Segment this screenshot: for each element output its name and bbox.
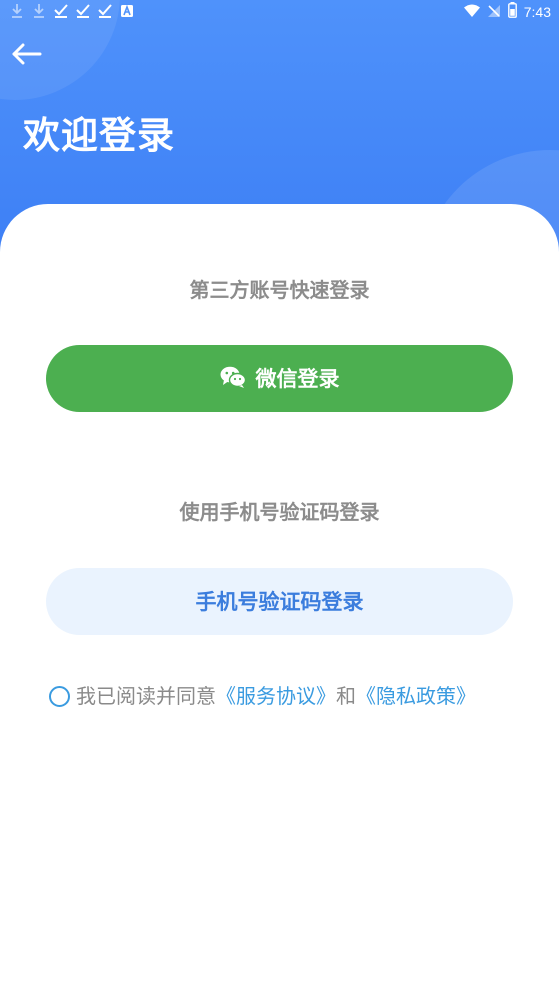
text-a-icon — [120, 3, 134, 19]
wechat-login-button[interactable]: 微信登录 — [46, 345, 513, 412]
download-icon — [10, 3, 24, 19]
no-signal-icon — [487, 3, 501, 22]
wechat-login-label: 微信登录 — [255, 366, 340, 391]
phone-login-section-label: 使用手机号验证码登录 — [179, 500, 380, 524]
check-icon — [76, 3, 90, 19]
status-time: 7:43 — [523, 4, 551, 20]
status-bar-system: 7:43 — [463, 2, 551, 22]
wechat-icon — [220, 366, 246, 392]
privacy-policy-link[interactable]: 《隐私政策》 — [356, 682, 476, 710]
arrow-left-icon — [10, 43, 42, 69]
agreement-conjunction: 和 — [336, 684, 356, 708]
check-icon — [98, 3, 112, 19]
check-icon — [54, 3, 68, 19]
service-agreement-link[interactable]: 《服务协议》 — [216, 682, 336, 710]
agreement-row: 我已阅读并同意 《服务协议》 和 《隐私政策》 — [49, 682, 476, 710]
wifi-icon — [463, 3, 480, 22]
back-button[interactable] — [8, 40, 44, 72]
page-title: 欢迎登录 — [23, 114, 175, 157]
phone-code-login-button[interactable]: 手机号验证码登录 — [46, 568, 513, 635]
agreement-prefix: 我已阅读并同意 — [76, 684, 216, 708]
phone-code-login-label: 手机号验证码登录 — [195, 589, 364, 614]
download-icon — [32, 3, 46, 19]
status-bar: 7:43 — [0, 0, 559, 24]
battery-icon — [507, 2, 517, 22]
status-bar-notifications — [10, 3, 134, 19]
agreement-checkbox[interactable] — [49, 685, 70, 707]
third-party-login-label: 第三方账号快速登录 — [189, 278, 370, 302]
